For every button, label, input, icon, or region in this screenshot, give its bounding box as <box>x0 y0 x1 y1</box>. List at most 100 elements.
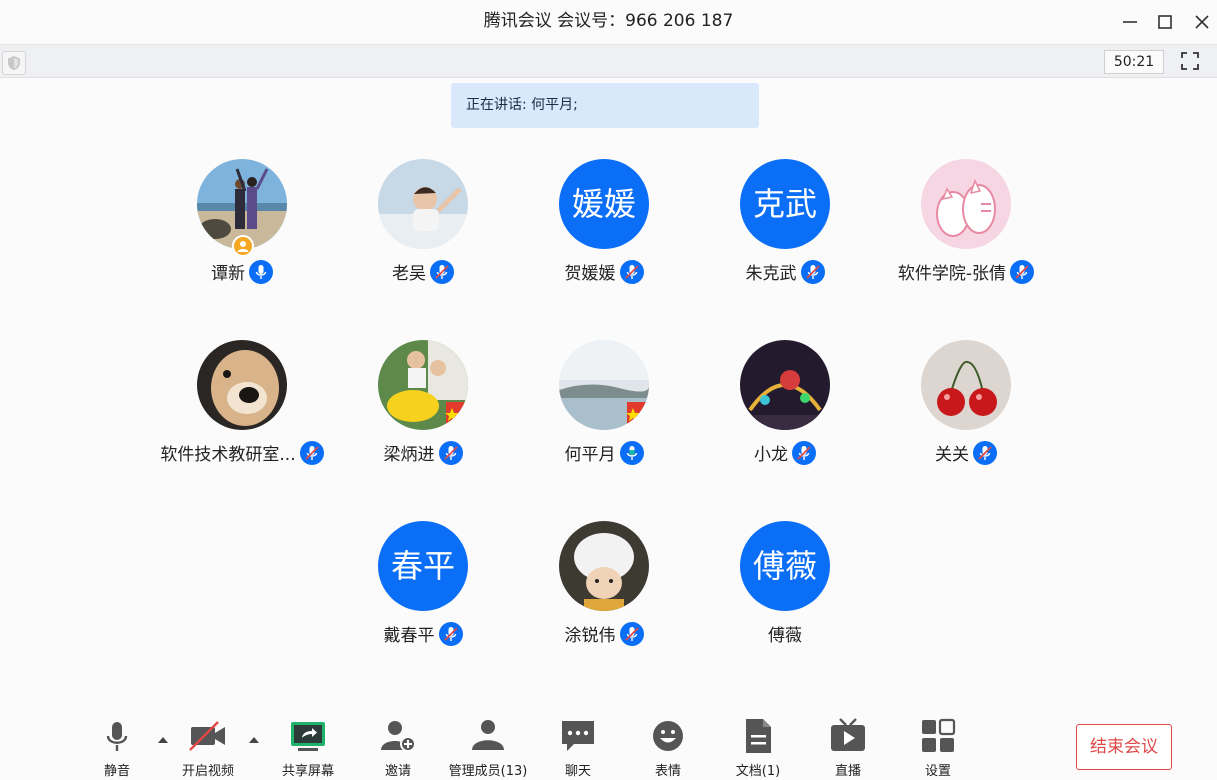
emoji-icon <box>648 716 688 756</box>
mic-muted-icon <box>973 440 997 465</box>
fullscreen-icon[interactable] <box>1179 50 1201 72</box>
avatar <box>559 521 649 611</box>
participant-tile[interactable]: 老吴 <box>333 159 513 299</box>
video-off-icon <box>188 716 228 756</box>
active-speaker-banner: 正在讲话: 何平月; <box>451 83 759 128</box>
participant-name-row: 傅薇 <box>695 621 875 647</box>
add-user-icon <box>378 716 418 756</box>
mic-muted-icon <box>299 440 324 465</box>
mute-button[interactable]: 静音 <box>77 716 157 780</box>
chat-icon <box>558 716 598 756</box>
participant-name-row: 涂锐伟 <box>514 621 694 647</box>
members-icon <box>468 716 508 756</box>
participant-name-row: 软件技术教研室... <box>152 440 332 466</box>
participant-name: 关关 <box>935 445 969 465</box>
settings-button[interactable]: 设置 <box>898 716 978 780</box>
mic-muted-icon <box>619 621 644 646</box>
participant-name: 老吴 <box>392 264 426 284</box>
security-shield-icon[interactable] <box>2 51 26 75</box>
share-screen-button[interactable]: 共享屏幕 <box>268 716 348 780</box>
start-video-label: 开启视频 <box>181 764 234 779</box>
participant-tile[interactable]: 软件学院-张倩 <box>876 159 1056 299</box>
mic-muted-icon <box>619 259 644 284</box>
live-stream-label: 直播 <box>834 764 861 779</box>
live-tv-icon <box>828 716 868 756</box>
participant-tile[interactable]: 小龙 <box>695 340 875 480</box>
avatar <box>197 340 287 430</box>
participant-tile[interactable]: 傅薇 傅薇 <box>695 521 875 661</box>
participant-name: 戴春平 <box>383 626 435 646</box>
mic-muted-icon <box>800 259 825 284</box>
invite-label: 邀请 <box>384 764 411 779</box>
microphone-icon <box>97 716 137 756</box>
title-bar: 腾讯会议 会议号：966 206 187 <box>0 0 1217 45</box>
participant-name-row: 何平月 <box>514 440 694 466</box>
avatar <box>378 159 468 249</box>
mic-speaking-icon <box>619 440 644 465</box>
close-icon[interactable] <box>1190 10 1214 34</box>
mic-muted-icon <box>1010 259 1035 284</box>
invite-button[interactable]: 邀请 <box>358 716 438 780</box>
emoji-button[interactable]: 表情 <box>628 716 708 780</box>
documents-label: 文档(1) <box>735 764 781 779</box>
participant-tile[interactable]: 春平 戴春平 <box>333 521 513 661</box>
avatar <box>921 159 1011 249</box>
participant-name: 何平月 <box>564 445 616 465</box>
participant-tile[interactable]: 梁炳进 <box>333 340 513 480</box>
avatar: 傅薇 <box>740 521 830 611</box>
video-options-caret-icon[interactable] <box>248 730 260 743</box>
participant-tile[interactable]: 谭新 <box>152 159 332 299</box>
mic-muted-icon <box>792 440 816 465</box>
avatar: 春平 <box>378 521 468 611</box>
settings-grid-icon <box>918 716 958 756</box>
end-meeting-button[interactable]: 结束会议 <box>1076 724 1172 770</box>
settings-label: 设置 <box>924 764 951 779</box>
participant-name: 涂锐伟 <box>564 626 616 646</box>
manage-members-label: 管理成员(13) <box>448 764 528 779</box>
mute-label: 静音 <box>103 764 130 779</box>
participant-name-row: 关关 <box>876 440 1056 466</box>
documents-button[interactable]: 文档(1) <box>718 716 798 780</box>
avatar <box>921 340 1011 430</box>
avatar <box>378 340 468 430</box>
participant-name-row: 梁炳进 <box>333 440 513 466</box>
participant-name-row: 戴春平 <box>333 621 513 647</box>
avatar <box>740 340 830 430</box>
participant-name: 梁炳进 <box>383 445 435 465</box>
mic-muted-icon <box>438 440 463 465</box>
avatar: 媛媛 <box>559 159 649 249</box>
participant-name: 傅薇 <box>768 626 802 646</box>
mic-on-icon <box>249 259 273 284</box>
live-stream-button[interactable]: 直播 <box>808 716 888 780</box>
participant-name: 朱克武 <box>745 264 797 284</box>
share-screen-icon <box>288 716 328 756</box>
participant-name: 软件学院-张倩 <box>897 264 1007 284</box>
info-bar <box>0 45 1217 78</box>
mic-muted-icon <box>438 621 463 646</box>
avatar: 克武 <box>740 159 830 249</box>
participant-tile[interactable]: 何平月 <box>514 340 694 480</box>
participant-name: 小龙 <box>754 445 788 465</box>
avatar <box>559 340 649 430</box>
document-icon <box>738 716 778 756</box>
minimize-icon[interactable] <box>1118 10 1142 34</box>
chat-label: 聊天 <box>564 764 591 779</box>
participant-name: 贺媛媛 <box>564 264 616 284</box>
participant-name: 谭新 <box>211 264 245 284</box>
share-screen-label: 共享屏幕 <box>281 764 334 779</box>
participant-name-row: 谭新 <box>152 259 332 285</box>
maximize-icon[interactable] <box>1153 10 1177 34</box>
participant-name-row: 贺媛媛 <box>514 259 694 285</box>
window-title: 腾讯会议 会议号：966 206 187 <box>483 11 734 31</box>
participant-tile[interactable]: 媛媛 贺媛媛 <box>514 159 694 299</box>
chat-button[interactable]: 聊天 <box>538 716 618 780</box>
manage-members-button[interactable]: 管理成员(13) <box>448 716 528 780</box>
start-video-button[interactable]: 开启视频 <box>168 716 248 780</box>
participant-name-row: 朱克武 <box>695 259 875 285</box>
participant-tile[interactable]: 克武 朱克武 <box>695 159 875 299</box>
participant-tile[interactable]: 关关 <box>876 340 1056 480</box>
participant-name: 软件技术教研室... <box>160 445 296 465</box>
participant-name-row: 老吴 <box>333 259 513 285</box>
participant-tile[interactable]: 软件技术教研室... <box>152 340 332 480</box>
participant-tile[interactable]: 涂锐伟 <box>514 521 694 661</box>
